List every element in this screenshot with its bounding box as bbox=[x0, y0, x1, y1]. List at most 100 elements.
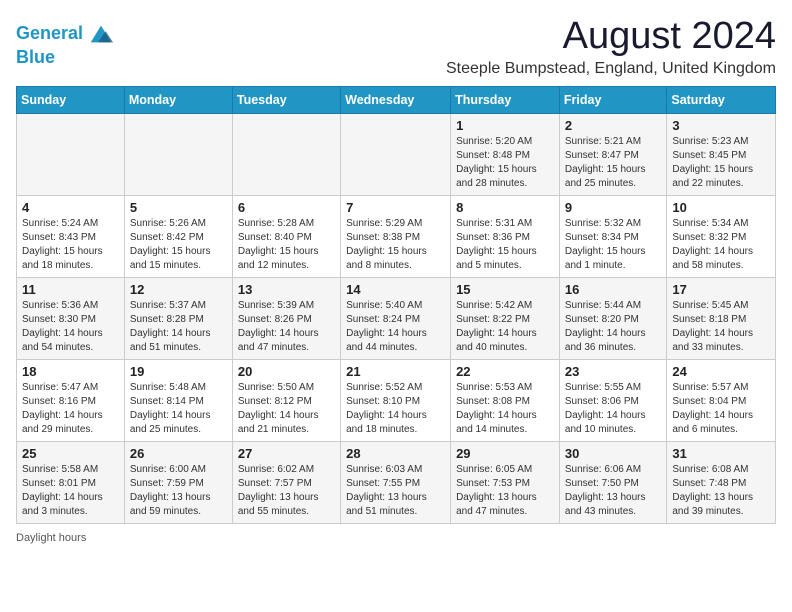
calendar-cell: 15 Sunrise: 5:42 AM Sunset: 8:22 PM Dayli… bbox=[451, 277, 560, 359]
calendar-cell: 16Sunrise: 5:44 AM Sunset: 8:20 PM Dayli… bbox=[559, 277, 666, 359]
day-info: Sunrise: 5:20 AM Sunset: 8:48 PM Dayligh… bbox=[456, 135, 554, 191]
day-info: Sunrise: 5:55 AM Sunset: 8:06 PM Dayligh… bbox=[565, 381, 661, 437]
title-section: August 2024 Steeple Bumpstead, England, … bbox=[446, 16, 776, 78]
day-info: Sunrise: 5:40 AM Sunset: 8:24 PM Dayligh… bbox=[346, 299, 445, 355]
subtitle: Steeple Bumpstead, England, United Kingd… bbox=[446, 60, 776, 78]
day-info: Sunrise: 5:29 AM Sunset: 8:38 PM Dayligh… bbox=[346, 217, 445, 273]
day-info: Sunrise: 5:28 AM Sunset: 8:40 PM Dayligh… bbox=[238, 217, 335, 273]
calendar-cell: 22 Sunrise: 5:53 AM Sunset: 8:08 PM Dayli… bbox=[451, 359, 560, 441]
day-info: Sunrise: 6:02 AM Sunset: 7:57 PM Dayligh… bbox=[238, 463, 335, 519]
day-info: Sunrise: 5:24 AM Sunset: 8:43 PM Dayligh… bbox=[22, 217, 119, 273]
day-info: Sunrise: 5:45 AM Sunset: 8:18 PM Dayligh… bbox=[672, 299, 770, 355]
day-number: 10 bbox=[672, 200, 770, 215]
header: General Blue August 2024 Steeple Bumpste… bbox=[16, 16, 776, 78]
day-info: Sunrise: 5:53 AM Sunset: 8:08 PM Dayligh… bbox=[456, 381, 554, 437]
day-number: 16 bbox=[565, 282, 661, 297]
calendar-cell: 3 Sunrise: 5:23 AM Sunset: 8:45 PM Daylig… bbox=[667, 113, 776, 195]
calendar-week-3: 11 Sunrise: 5:36 AM Sunset: 8:30 PM Dayli… bbox=[17, 277, 776, 359]
day-info: Sunrise: 6:03 AM Sunset: 7:55 PM Dayligh… bbox=[346, 463, 445, 519]
day-info: Sunrise: 5:26 AM Sunset: 8:42 PM Dayligh… bbox=[130, 217, 227, 273]
calendar-week-5: 25 Sunrise: 5:58 AM Sunset: 8:01 PM Dayli… bbox=[17, 441, 776, 523]
day-number: 24 bbox=[672, 364, 770, 379]
calendar-cell: 10Sunrise: 5:34 AM Sunset: 8:32 PM Dayli… bbox=[667, 195, 776, 277]
calendar-cell: 20 Sunrise: 5:50 AM Sunset: 8:12 PM Dayli… bbox=[232, 359, 340, 441]
logo-general: General bbox=[16, 23, 83, 43]
calendar-cell: 7 Sunrise: 5:29 AM Sunset: 8:38 PM Daylig… bbox=[341, 195, 451, 277]
logo: General Blue bbox=[16, 20, 115, 68]
day-number: 18 bbox=[22, 364, 119, 379]
day-number: 22 bbox=[456, 364, 554, 379]
day-number: 9 bbox=[565, 200, 661, 215]
day-header-wednesday: Wednesday bbox=[341, 86, 451, 113]
day-info: Sunrise: 5:48 AM Sunset: 8:14 PM Dayligh… bbox=[130, 381, 227, 437]
day-number: 25 bbox=[22, 446, 119, 461]
day-number: 4 bbox=[22, 200, 119, 215]
day-number: 5 bbox=[130, 200, 227, 215]
day-number: 15 bbox=[456, 282, 554, 297]
main-title: August 2024 bbox=[446, 16, 776, 58]
calendar-cell: 27 Sunrise: 6:02 AM Sunset: 7:57 PM Dayli… bbox=[232, 441, 340, 523]
day-number: 7 bbox=[346, 200, 445, 215]
day-number: 2 bbox=[565, 118, 661, 133]
calendar-cell: 28 Sunrise: 6:03 AM Sunset: 7:55 PM Dayli… bbox=[341, 441, 451, 523]
day-number: 27 bbox=[238, 446, 335, 461]
calendar-cell: 11 Sunrise: 5:36 AM Sunset: 8:30 PM Dayli… bbox=[17, 277, 125, 359]
day-info: Sunrise: 6:00 AM Sunset: 7:59 PM Dayligh… bbox=[130, 463, 227, 519]
day-number: 28 bbox=[346, 446, 445, 461]
calendar-cell: 17 Sunrise: 5:45 AM Sunset: 8:18 PM Dayli… bbox=[667, 277, 776, 359]
day-info: Sunrise: 5:57 AM Sunset: 8:04 PM Dayligh… bbox=[672, 381, 770, 437]
calendar-cell: 25 Sunrise: 5:58 AM Sunset: 8:01 PM Dayli… bbox=[17, 441, 125, 523]
calendar-header-row: SundayMondayTuesdayWednesdayThursdayFrid… bbox=[17, 86, 776, 113]
day-header-thursday: Thursday bbox=[451, 86, 560, 113]
calendar-cell: 23Sunrise: 5:55 AM Sunset: 8:06 PM Dayli… bbox=[559, 359, 666, 441]
day-info: Sunrise: 5:31 AM Sunset: 8:36 PM Dayligh… bbox=[456, 217, 554, 273]
day-number: 26 bbox=[130, 446, 227, 461]
day-info: Sunrise: 5:58 AM Sunset: 8:01 PM Dayligh… bbox=[22, 463, 119, 519]
day-header-tuesday: Tuesday bbox=[232, 86, 340, 113]
day-info: Sunrise: 5:42 AM Sunset: 8:22 PM Dayligh… bbox=[456, 299, 554, 355]
day-info: Sunrise: 5:32 AM Sunset: 8:34 PM Dayligh… bbox=[565, 217, 661, 273]
day-number: 1 bbox=[456, 118, 554, 133]
day-number: 13 bbox=[238, 282, 335, 297]
day-info: Sunrise: 5:37 AM Sunset: 8:28 PM Dayligh… bbox=[130, 299, 227, 355]
calendar-week-2: 4 Sunrise: 5:24 AM Sunset: 8:43 PM Daylig… bbox=[17, 195, 776, 277]
day-info: Sunrise: 5:52 AM Sunset: 8:10 PM Dayligh… bbox=[346, 381, 445, 437]
calendar-cell bbox=[341, 113, 451, 195]
logo-icon bbox=[87, 20, 115, 48]
day-number: 29 bbox=[456, 446, 554, 461]
calendar-cell: 6Sunrise: 5:28 AM Sunset: 8:40 PM Daylig… bbox=[232, 195, 340, 277]
calendar-cell: 12 Sunrise: 5:37 AM Sunset: 8:28 PM Dayli… bbox=[124, 277, 232, 359]
day-info: Sunrise: 5:23 AM Sunset: 8:45 PM Dayligh… bbox=[672, 135, 770, 191]
calendar-cell: 30Sunrise: 6:06 AM Sunset: 7:50 PM Dayli… bbox=[559, 441, 666, 523]
calendar-cell: 21 Sunrise: 5:52 AM Sunset: 8:10 PM Dayli… bbox=[341, 359, 451, 441]
calendar-cell: 24 Sunrise: 5:57 AM Sunset: 8:04 PM Dayli… bbox=[667, 359, 776, 441]
day-number: 20 bbox=[238, 364, 335, 379]
logo-blue: Blue bbox=[16, 48, 115, 68]
day-number: 30 bbox=[565, 446, 661, 461]
day-info: Sunrise: 5:36 AM Sunset: 8:30 PM Dayligh… bbox=[22, 299, 119, 355]
calendar-cell bbox=[17, 113, 125, 195]
day-info: Sunrise: 6:08 AM Sunset: 7:48 PM Dayligh… bbox=[672, 463, 770, 519]
calendar-cell: 29Sunrise: 6:05 AM Sunset: 7:53 PM Dayli… bbox=[451, 441, 560, 523]
day-info: Sunrise: 5:39 AM Sunset: 8:26 PM Dayligh… bbox=[238, 299, 335, 355]
day-header-friday: Friday bbox=[559, 86, 666, 113]
calendar-week-4: 18Sunrise: 5:47 AM Sunset: 8:16 PM Dayli… bbox=[17, 359, 776, 441]
day-number: 14 bbox=[346, 282, 445, 297]
day-info: Sunrise: 5:21 AM Sunset: 8:47 PM Dayligh… bbox=[565, 135, 661, 191]
day-header-monday: Monday bbox=[124, 86, 232, 113]
day-number: 21 bbox=[346, 364, 445, 379]
calendar-cell: 18Sunrise: 5:47 AM Sunset: 8:16 PM Dayli… bbox=[17, 359, 125, 441]
day-number: 19 bbox=[130, 364, 227, 379]
day-number: 17 bbox=[672, 282, 770, 297]
day-number: 3 bbox=[672, 118, 770, 133]
calendar-week-1: 1 Sunrise: 5:20 AM Sunset: 8:48 PM Daylig… bbox=[17, 113, 776, 195]
calendar-cell bbox=[124, 113, 232, 195]
calendar-cell: 9 Sunrise: 5:32 AM Sunset: 8:34 PM Daylig… bbox=[559, 195, 666, 277]
day-number: 12 bbox=[130, 282, 227, 297]
calendar-cell bbox=[232, 113, 340, 195]
day-number: 8 bbox=[456, 200, 554, 215]
day-info: Sunrise: 5:50 AM Sunset: 8:12 PM Dayligh… bbox=[238, 381, 335, 437]
footer-note: Daylight hours bbox=[16, 532, 776, 544]
calendar: SundayMondayTuesdayWednesdayThursdayFrid… bbox=[16, 86, 776, 524]
day-number: 11 bbox=[22, 282, 119, 297]
